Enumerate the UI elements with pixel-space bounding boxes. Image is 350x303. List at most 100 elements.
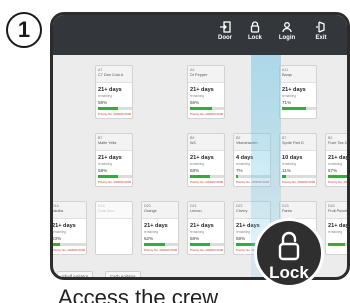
tile-level-bar: [190, 243, 224, 246]
product-tile[interactable]: B2 Vitaminwater 4 days remaining 7% Priority …: [233, 133, 271, 187]
tile-days: 10 days: [282, 155, 303, 161]
tile-name: Fruit Punch: [328, 209, 348, 213]
tile-name: Orange: [144, 209, 157, 213]
tile-percent: 7%: [236, 168, 243, 173]
tile-id: D16: [52, 204, 59, 208]
tile-level-bar: [236, 175, 270, 178]
tile-subtext: remaining: [236, 162, 250, 166]
product-tile[interactable]: B2 Fuze Tea C3 21+ days remaining 57% Priorit…: [325, 133, 350, 187]
tile-priority: Priority No. 000000 0000: [190, 248, 224, 252]
tile-level-bar: [144, 243, 178, 246]
tile-id: D23: [282, 204, 289, 208]
tile-priority: Priority No. 000000 0000: [98, 180, 132, 184]
tile-priority: Priority No. 000000 0000: [282, 180, 316, 184]
tile-id: A7: [98, 68, 103, 72]
tile-days: 21+ days: [282, 87, 306, 93]
tile-subtext: remaining: [98, 94, 112, 98]
tile-level-bar: [282, 107, 316, 110]
login-label: Login: [278, 35, 296, 41]
product-tile[interactable]: D18 Cola Zero: [95, 201, 133, 255]
unlocked-padlock-icon: [257, 231, 321, 261]
tile-subtext: remaining: [328, 230, 342, 234]
tile-header: B7 Sprite Part D: [280, 134, 316, 151]
tile-percent: 62%: [144, 236, 154, 241]
product-tile[interactable]: A11 Barqs 21+ days remaining 71%: [279, 65, 317, 119]
tile-subtext: remaining: [236, 230, 250, 234]
tile-level-bar: [190, 175, 224, 178]
tile-level-fill: [282, 175, 286, 178]
tile-name: Dr Pepper: [190, 73, 208, 77]
product-tile[interactable]: D20 Orange 21+ days remaining 62% Priority No…: [141, 201, 179, 255]
carb-agitator-button[interactable]: Carb Agitator: [105, 271, 141, 277]
tile-days: 21+ days: [190, 155, 214, 161]
tile-subtext: remaining: [282, 162, 296, 166]
tile-level-bar: [98, 107, 132, 110]
tile-name: Vitaminwater: [236, 141, 258, 145]
product-tile[interactable]: B7 Sprite Part D 10 days remaining 11% Priori…: [279, 133, 317, 187]
tile-header: D22 Cherry: [234, 202, 270, 219]
shelf-agitator-button[interactable]: Shelf Agitator: [57, 271, 94, 277]
instruction-caption: Access the crew: [58, 285, 219, 303]
tile-id: A11: [282, 68, 289, 72]
tile-level-fill: [236, 175, 239, 178]
product-tile[interactable]: B7 Malte Yella 21+ days remaining 58% Priorit…: [95, 133, 133, 187]
tile-percent: 58%: [190, 236, 200, 241]
tile-name: Cola Zero: [98, 209, 115, 213]
door-button[interactable]: Door: [211, 21, 239, 51]
tile-priority: Priority No. 000000 0000: [98, 112, 132, 116]
exit-button[interactable]: Exit: [307, 21, 335, 51]
login-button[interactable]: Login: [273, 21, 301, 51]
product-tile[interactable]: D21 Lemon 21+ days remaining 58% Priority No.…: [187, 201, 225, 255]
tile-level-fill: [328, 175, 347, 178]
lock-callout: Lock: [254, 218, 324, 288]
step-number-badge: 1: [6, 12, 42, 48]
tile-level-bar: [98, 175, 132, 178]
tile-level-fill: [98, 175, 118, 178]
tile-name: Vanilla: [52, 209, 64, 213]
tile-level-bar: [328, 175, 347, 178]
tile-id: B2: [328, 136, 333, 140]
lock-button[interactable]: Lock: [241, 21, 269, 51]
tile-name: Lemon: [190, 209, 202, 213]
tile-level-fill: [53, 243, 60, 246]
tile-header: B2 Vitaminwater: [234, 134, 270, 151]
tile-id: D20: [144, 204, 151, 208]
tile-days: 21+ days: [328, 155, 350, 161]
product-tile[interactable]: A9 Dr Pepper 21+ days remaining 66% Priority …: [187, 65, 225, 119]
tile-name: Barqs: [282, 73, 292, 77]
tile-percent: 23%: [52, 236, 62, 241]
top-toolbar: Door Lock Login Exit: [53, 15, 347, 55]
product-tile[interactable]: B9 WC 21+ days remaining 58% Priority No. 000…: [187, 133, 225, 187]
tile-header: A11 Barqs: [280, 66, 316, 83]
tile-days: 21+ days: [328, 223, 350, 229]
tile-name: Fuze Tea C3: [328, 141, 350, 145]
tile-days: 21+ days: [236, 223, 260, 229]
exit-icon: [307, 21, 335, 34]
tile-level-fill: [98, 107, 118, 110]
tile-percent: 58%: [98, 100, 108, 105]
product-tile[interactable]: D16 Vanilla 21+ days remaining 23% Priority N…: [52, 201, 87, 255]
tile-priority: Priority No. 000000 0000: [144, 248, 178, 252]
tile-header: A7 C7 Dan Cola A: [96, 66, 132, 83]
tile-name: C7 Dan Cola A: [98, 73, 124, 77]
tile-id: D22: [236, 204, 243, 208]
tile-id: D18: [98, 204, 105, 208]
tile-subtext: remaining: [98, 162, 112, 166]
tile-days: 21+ days: [190, 87, 214, 93]
tile-id: B9: [190, 136, 195, 140]
tile-header: D16 Vanilla: [52, 202, 86, 219]
tile-level-bar: [282, 175, 316, 178]
tile-subtext: remaining: [144, 230, 158, 234]
tile-name: Cherry: [236, 209, 248, 213]
tile-header: A9 Dr Pepper: [188, 66, 224, 83]
tile-header: D24 Fruit Punch: [326, 202, 348, 219]
tile-priority: Priority No. 000000 0000: [328, 180, 349, 184]
tile-header: B7 Malte Yella: [96, 134, 132, 151]
tile-name: Fanta: [282, 209, 292, 213]
tile-priority: Priority No. 000000 0000: [190, 180, 224, 184]
product-tile[interactable]: D24 Fruit Punch 21+ days remaining: [325, 201, 350, 255]
tile-header: D18 Cola Zero: [96, 202, 132, 219]
tile-days: 21+ days: [190, 223, 214, 229]
product-tile[interactable]: A7 C7 Dan Cola A 21+ days remaining 58% Prior…: [95, 65, 133, 119]
door-label: Door: [218, 35, 232, 41]
